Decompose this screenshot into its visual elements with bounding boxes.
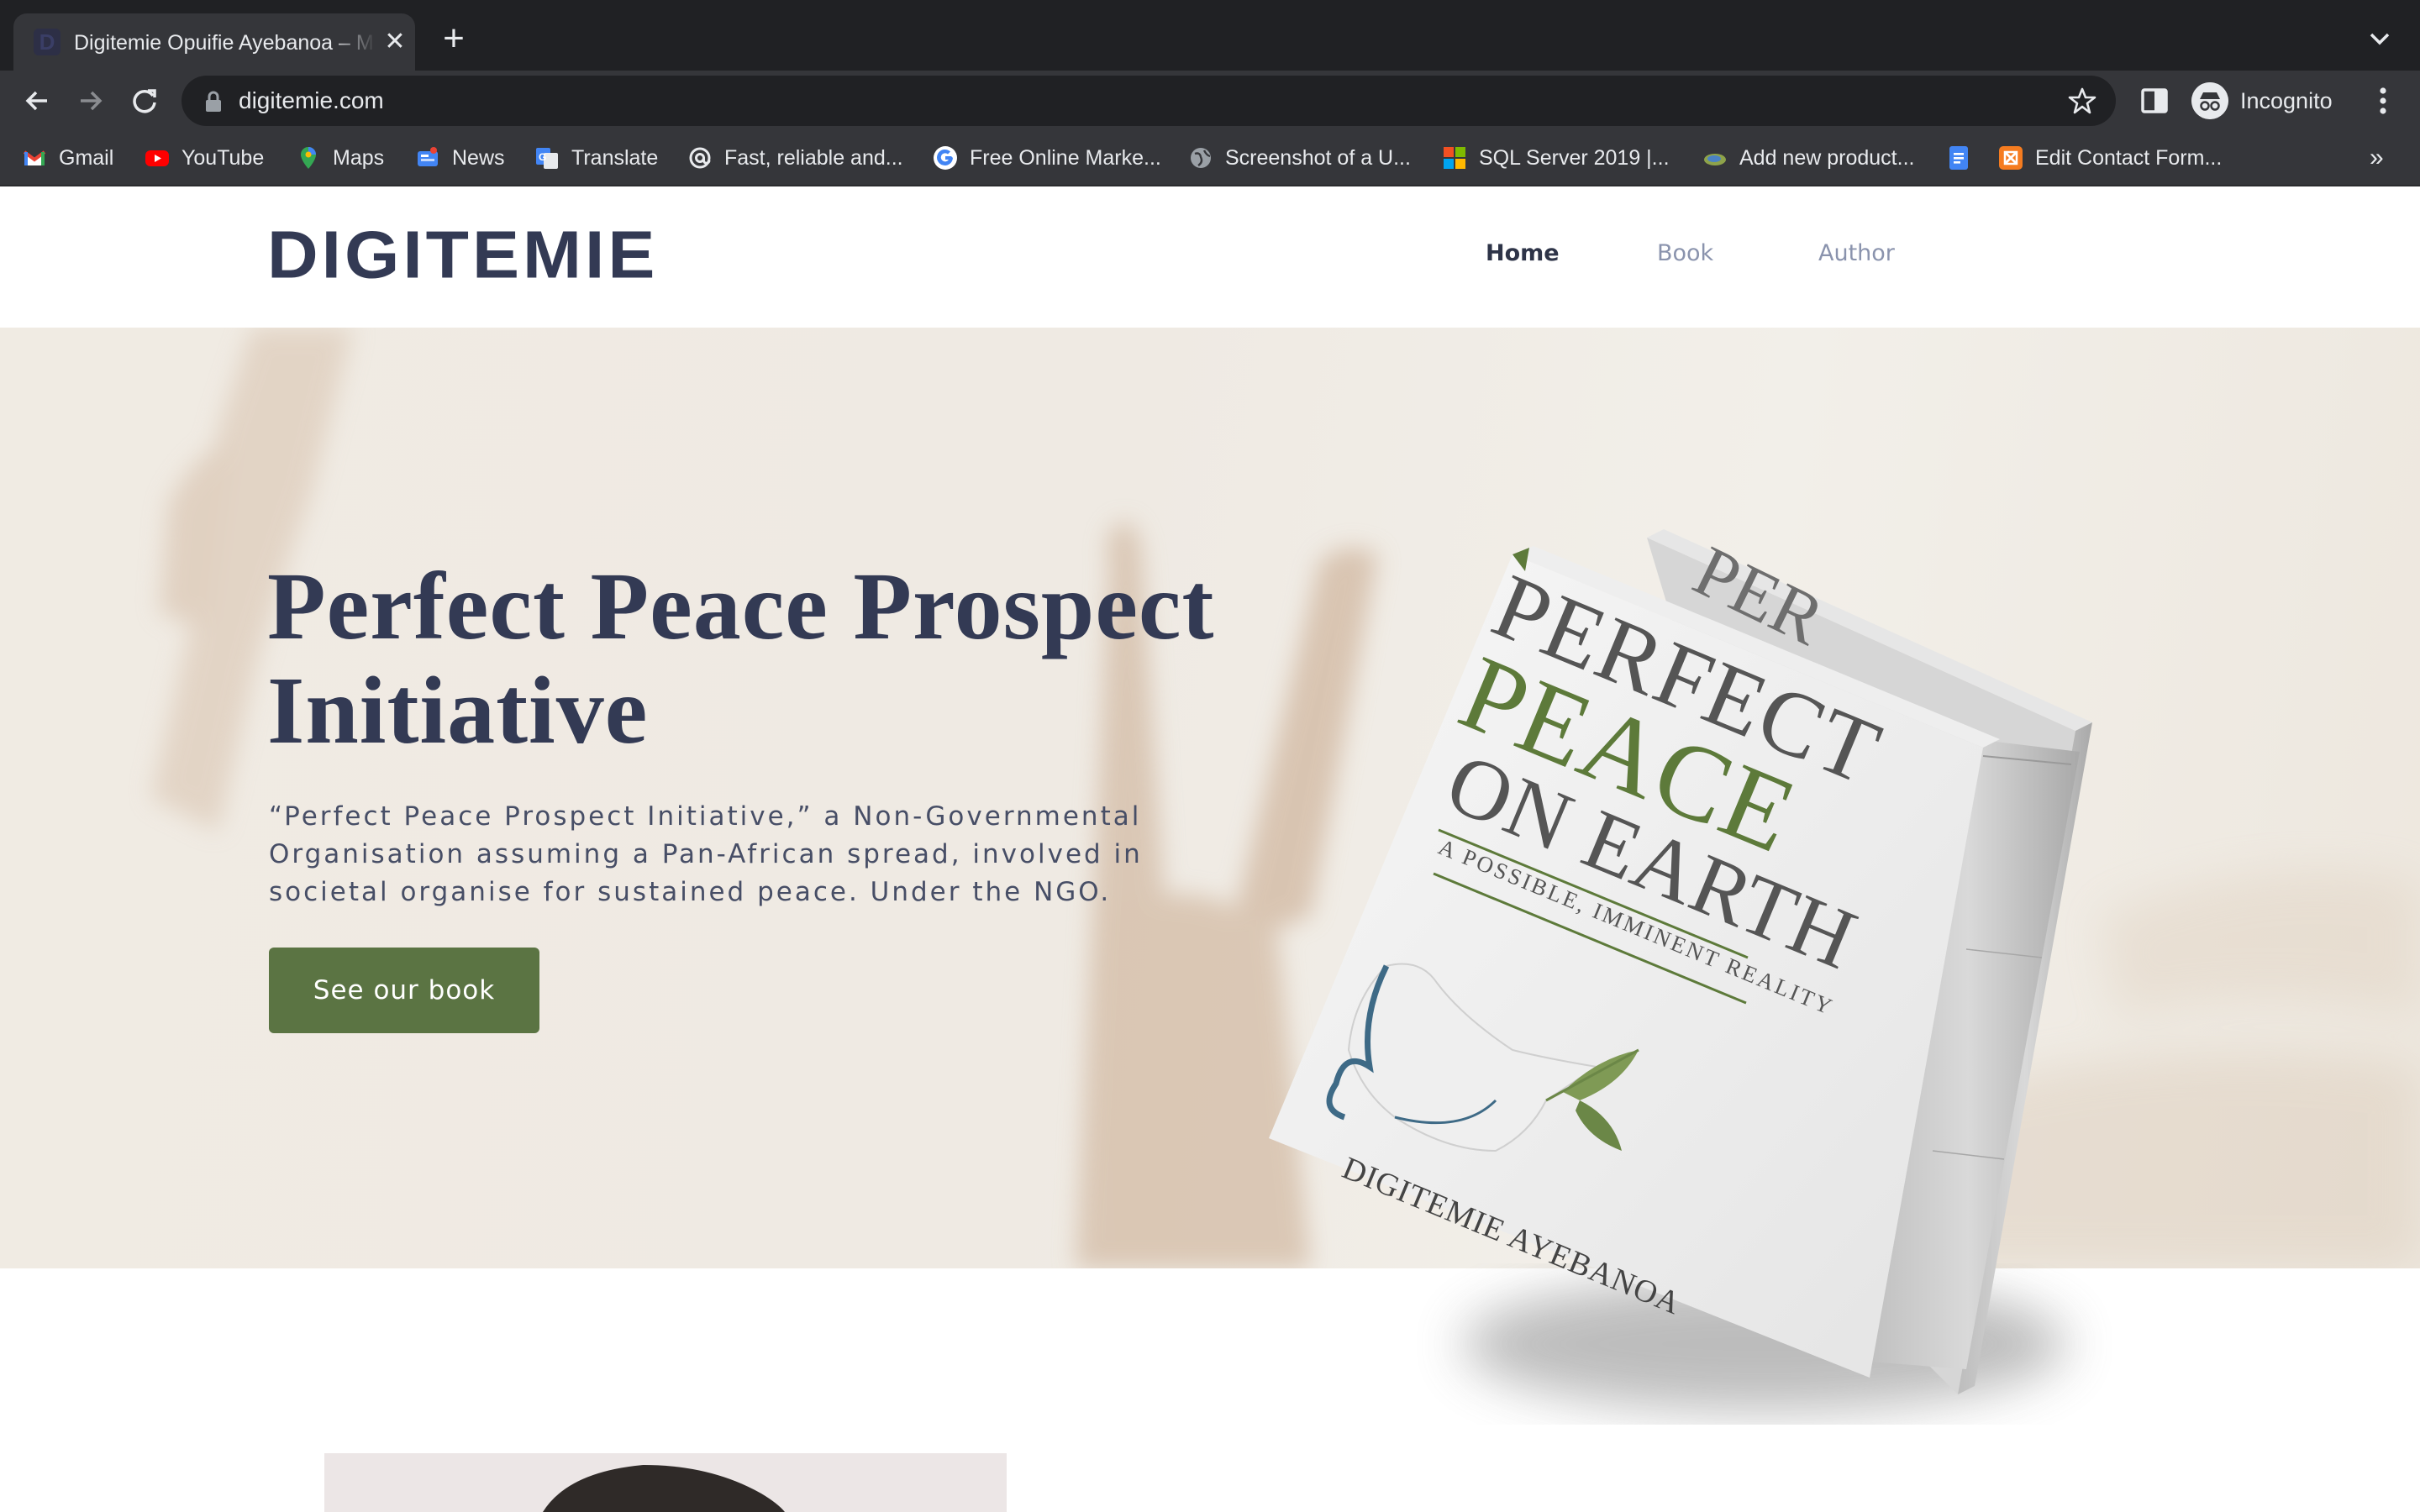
bookmark-docs[interactable] xyxy=(1946,141,1983,175)
hero-title: Perfect Peace Prospect Initiative xyxy=(267,553,1215,764)
svg-text:G: G xyxy=(539,151,546,163)
youtube-icon xyxy=(145,150,169,166)
bookmark-label: Translate xyxy=(571,145,659,170)
bookmark-add-new-product[interactable]: Add new product... xyxy=(1702,141,1914,175)
address-bar[interactable]: digitemie.com xyxy=(182,76,2116,126)
browser-toolbar: digitemie.com Incognito xyxy=(0,71,2420,131)
incognito-label: Incognito xyxy=(2240,88,2333,113)
tab-search-chevron-icon[interactable] xyxy=(2363,22,2396,55)
browser-menu-icon[interactable] xyxy=(2368,82,2398,119)
bookmark-news[interactable]: News xyxy=(415,141,505,175)
bookmark-label: Gmail xyxy=(59,145,114,170)
bookmark-maps[interactable]: Maps xyxy=(296,141,384,175)
lock-icon[interactable] xyxy=(203,91,224,113)
maps-icon xyxy=(301,147,316,169)
store-icon xyxy=(1704,154,1726,165)
url-text[interactable]: digitemie.com xyxy=(239,84,384,118)
bookmark-label: YouTube xyxy=(182,145,265,170)
side-panel-icon[interactable] xyxy=(2138,84,2171,118)
bookmark-youtube[interactable]: YouTube xyxy=(145,141,264,175)
close-tab-icon[interactable]: ✕ xyxy=(380,27,410,57)
docs-icon xyxy=(1949,146,1968,170)
site-favicon-icon: D xyxy=(34,29,60,55)
back-arrow-icon[interactable] xyxy=(17,81,57,121)
bookmark-label: SQL Server 2019 |... xyxy=(1479,145,1670,170)
translate-icon: G xyxy=(536,148,558,169)
bookmark-label: News xyxy=(452,145,505,170)
bookmark-label: Edit Contact Form... xyxy=(2035,145,2223,170)
forward-arrow-icon[interactable] xyxy=(71,81,111,121)
tab-title: Digitemie Opuifie Ayebanoa – M xyxy=(74,31,374,55)
microsoft-icon xyxy=(1444,147,1465,169)
hero-description: “Perfect Peace Prospect Initiative,” a N… xyxy=(269,801,1143,907)
globe-icon xyxy=(1191,148,1211,168)
bookmark-sql-server[interactable]: SQL Server 2019 |... xyxy=(1442,141,1670,175)
bookmarks-overflow-button[interactable]: » xyxy=(2370,141,2384,175)
book-cover-image[interactable]: PER PERFECT PEACE ON EARTH A POSSIBLE, I… xyxy=(1244,512,2168,1462)
google-icon xyxy=(934,146,957,170)
bookmark-screenshot[interactable]: Screenshot of a U... xyxy=(1188,141,1411,175)
nav-book[interactable]: Book xyxy=(1657,237,1713,270)
incognito-profile-button[interactable]: Incognito xyxy=(2188,77,2353,124)
bookmark-gmail[interactable]: Gmail xyxy=(22,141,113,175)
bookmark-label: Screenshot of a U... xyxy=(1225,145,1411,170)
bookmark-label: Fast, reliable and... xyxy=(724,145,903,170)
bookmark-label: Free Online Marke... xyxy=(970,145,1161,170)
form-icon xyxy=(1999,146,2023,170)
bookmark-label: Maps xyxy=(333,145,385,170)
bookmark-fast-reliable[interactable]: Fast, reliable and... xyxy=(687,141,903,175)
bookmark-edit-contact-form[interactable]: Edit Contact Form... xyxy=(1998,141,2222,175)
site-logo[interactable]: DIGITEMIE xyxy=(267,218,658,291)
new-tab-button[interactable]: + xyxy=(434,20,474,60)
site-header: DIGITEMIE Home Book Author xyxy=(0,186,2420,328)
browser-tab-strip: D Digitemie Opuifie Ayebanoa – M ✕ + xyxy=(0,0,2420,71)
bookmarks-bar: Gmail YouTube Maps News G Translate Fast… xyxy=(0,131,2420,186)
bookmark-translate[interactable]: G Translate xyxy=(534,141,658,175)
bookmark-label: Add new product... xyxy=(1739,145,1915,170)
nav-author[interactable]: Author xyxy=(1818,237,1895,270)
browser-tab-active[interactable]: D Digitemie Opuifie Ayebanoa – M ✕ xyxy=(13,13,415,71)
nav-home[interactable]: Home xyxy=(1486,237,1560,270)
at-icon xyxy=(689,147,711,169)
gmail-icon xyxy=(23,150,46,165)
author-head-silhouette xyxy=(543,1465,785,1512)
bookmark-star-icon[interactable] xyxy=(2067,86,2097,116)
incognito-icon xyxy=(2191,82,2228,119)
author-photo xyxy=(324,1453,1007,1512)
news-icon xyxy=(418,147,438,166)
see-our-book-button[interactable]: See our book xyxy=(269,948,539,1033)
bookmark-free-online-marketing[interactable]: Free Online Marke... xyxy=(933,141,1161,175)
reload-icon[interactable] xyxy=(124,81,165,121)
